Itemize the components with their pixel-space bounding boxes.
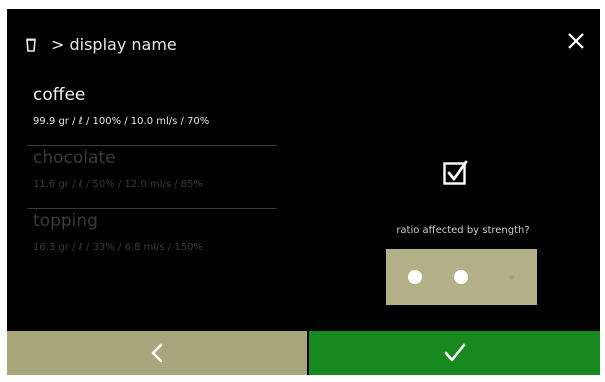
- page-title: > display name: [51, 35, 177, 54]
- strength-dot-3: [509, 275, 514, 280]
- ingredient-detail: 11.6 gr / ℓ / 50% / 12.0 ml/s / 85%: [33, 179, 203, 190]
- cup-icon: [26, 38, 36, 52]
- ingredient-detail: 16.3 gr / ℓ / 33% / 6.8 ml/s / 150%: [33, 242, 203, 253]
- strength-stepper[interactable]: [386, 249, 537, 305]
- ratio-checkbox[interactable]: [443, 159, 469, 185]
- back-button[interactable]: [7, 331, 307, 375]
- ingredient-name: coffee: [33, 85, 86, 105]
- checkmark-icon: [444, 343, 465, 362]
- ingredient-list: coffee 99.9 gr / ℓ / 100% / 10.0 ml/s / …: [27, 85, 277, 274]
- list-item-coffee[interactable]: coffee 99.9 gr / ℓ / 100% / 10.0 ml/s / …: [27, 85, 277, 148]
- screen: > display name coffee 99.9 gr / ℓ / 100%…: [7, 9, 600, 375]
- chevron-left-icon: [151, 343, 163, 363]
- header: > display name: [7, 9, 600, 73]
- ingredient-name: topping: [33, 211, 98, 231]
- ratio-label: ratio affected by strength?: [396, 225, 530, 236]
- ingredient-name: chocolate: [33, 148, 116, 168]
- confirm-button[interactable]: [309, 331, 600, 375]
- close-icon[interactable]: [564, 29, 588, 53]
- strength-dot-2: [454, 270, 468, 284]
- strength-dot-1: [408, 270, 422, 284]
- divider: [27, 208, 277, 209]
- list-item-topping[interactable]: topping 16.3 gr / ℓ / 33% / 6.8 ml/s / 1…: [27, 211, 277, 274]
- list-item-chocolate[interactable]: chocolate 11.6 gr / ℓ / 50% / 12.0 ml/s …: [27, 148, 277, 211]
- ingredient-detail: 99.9 gr / ℓ / 100% / 10.0 ml/s / 70%: [33, 116, 210, 127]
- divider: [27, 145, 277, 146]
